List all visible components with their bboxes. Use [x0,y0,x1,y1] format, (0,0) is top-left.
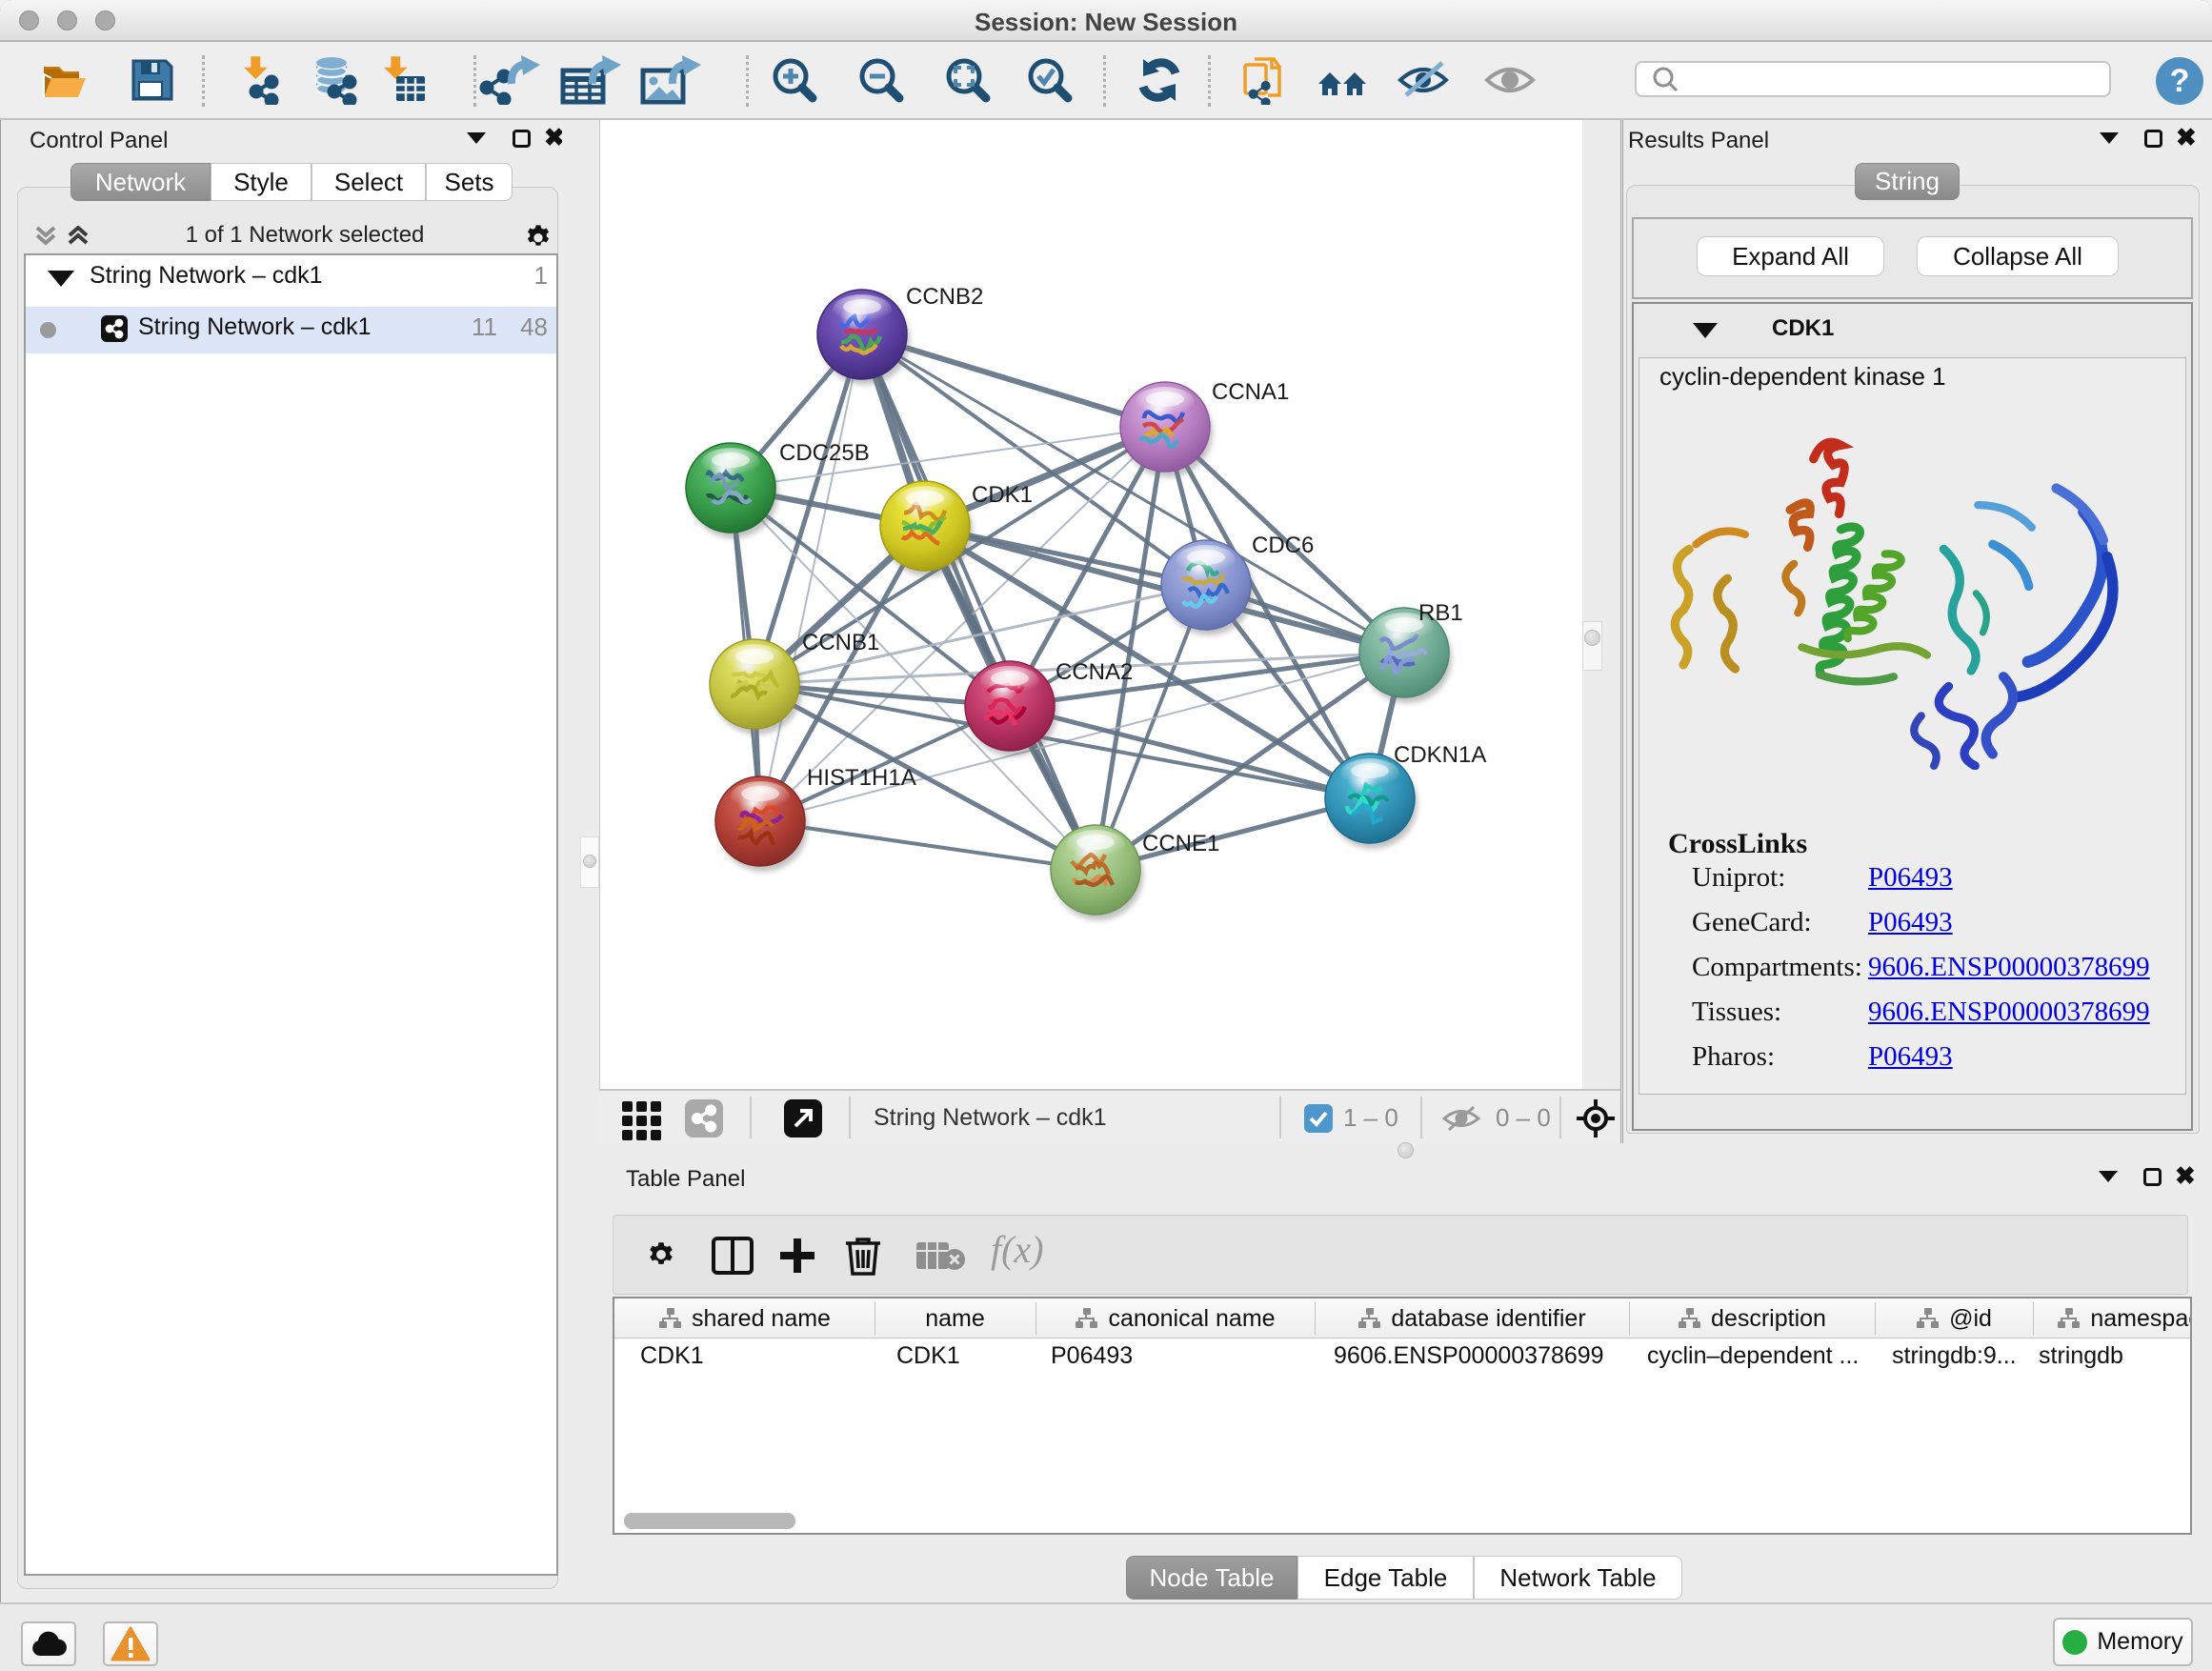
svg-text:?: ? [2170,63,2190,99]
svg-text:RB1: RB1 [1418,600,1463,626]
svg-text:CDC25B: CDC25B [779,440,870,466]
svg-text:CDC6: CDC6 [1252,533,1314,558]
svg-text:CDKN1A: CDKN1A [1394,742,1486,768]
svg-text:CCNA1: CCNA1 [1212,379,1289,405]
svg-text:CCNE1: CCNE1 [1142,831,1219,856]
svg-text:CDK1: CDK1 [972,482,1033,508]
svg-text:CCNB1: CCNB1 [802,630,879,655]
svg-text:CCNA2: CCNA2 [1056,659,1133,685]
svg-text:HIST1H1A: HIST1H1A [807,765,916,791]
svg-text:CCNB2: CCNB2 [906,284,983,310]
